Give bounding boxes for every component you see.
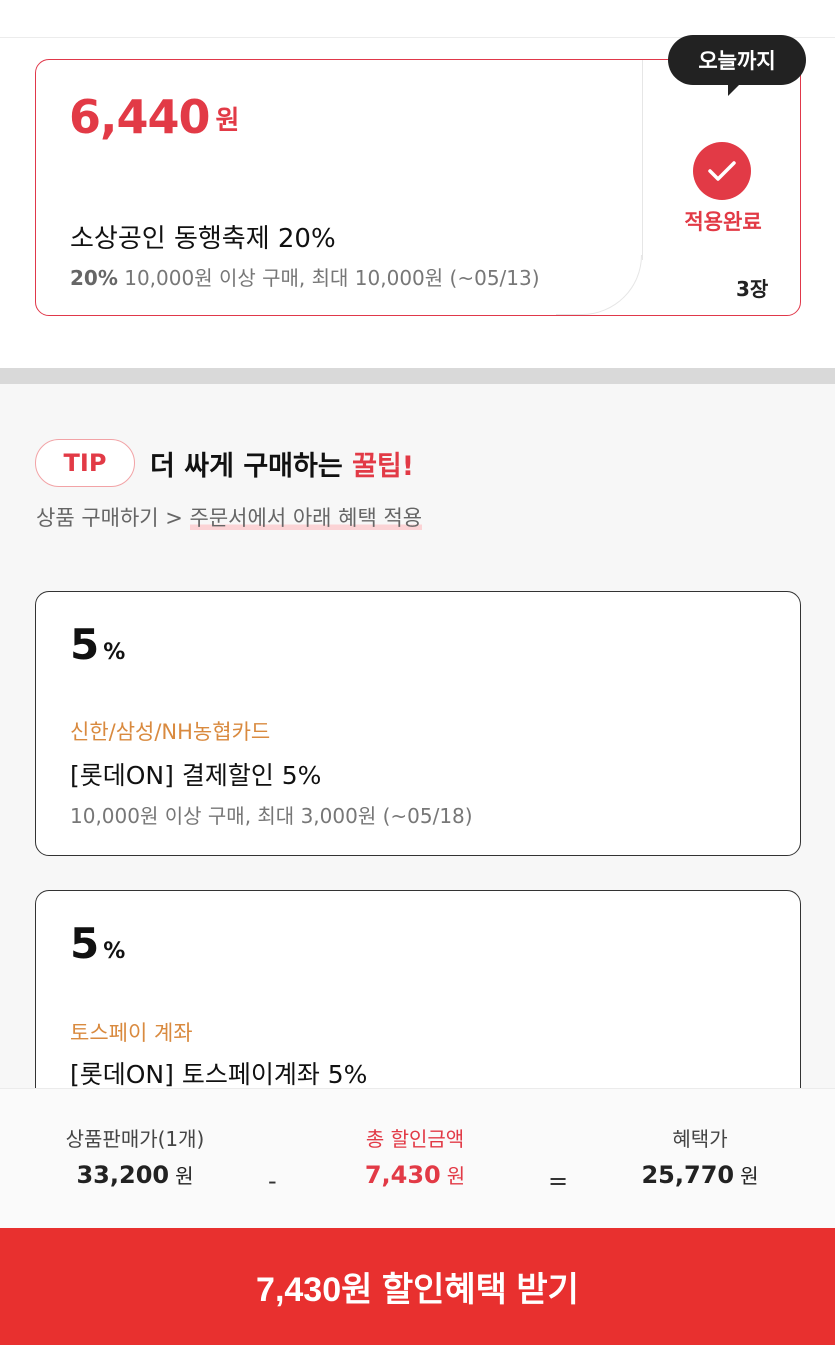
tip-heading: 더 싸게 구매하는 꿀팁! [150, 444, 414, 483]
benefit-price-amount: 25,770 [641, 1161, 735, 1189]
benefit-title: [롯데ON] 결제할인 5% [70, 761, 322, 790]
benefit-condition: 10,000원 이상 구매, 최대 3,000원 (~05/18) [70, 804, 473, 828]
coupon-title: 소상공인 동행축제 20% [70, 224, 336, 254]
coupon-count: 3장 [736, 277, 769, 301]
check-icon[interactable] [693, 142, 751, 200]
benefit-percent-value: 5 [70, 620, 100, 669]
benefit-price-label: 혜택가 [672, 1127, 728, 1151]
total-discount-unit: 원 [446, 1164, 466, 1188]
benefit-percent: 5% [70, 919, 125, 968]
coupon-divider-curve [556, 255, 642, 315]
coupon-condition: 20% 10,000원 이상 구매, 최대 10,000원 (~05/13) [70, 262, 540, 291]
price-summary: 상품판매가(1개) 33,200 원 - 총 할인금액 7,430 원 = 혜택가 … [0, 1088, 835, 1228]
benefit-percent: 5% [70, 620, 125, 669]
sale-price-label: 상품판매가(1개) [65, 1127, 205, 1151]
tip-heading-text: 더 싸게 구매하는 [150, 451, 353, 482]
top-strip [0, 0, 835, 38]
total-discount-label: 총 할인금액 [365, 1127, 465, 1151]
equals-operator: = [548, 1167, 569, 1195]
benefit-percent-value: 5 [70, 919, 100, 968]
coupon-price-value: 6,440 [69, 90, 211, 144]
tip-subtitle-highlight: 주문서에서 아래 혜택 적용 [189, 506, 423, 530]
section-separator [0, 368, 835, 384]
get-discount-button[interactable]: 7,430원 할인혜택 받기 [0, 1228, 835, 1345]
tip-badge: TIP [35, 439, 135, 487]
benefit-percent-symbol: % [103, 939, 126, 964]
tip-heading-highlight: 꿀팁! [352, 451, 415, 482]
summary-sale-price: 상품판매가(1개) 33,200 원 [40, 1123, 230, 1189]
benefit-title: [롯데ON] 토스페이계좌 5% [70, 1060, 368, 1089]
tip-subtitle: 상품 구매하기 > 주문서에서 아래 혜택 적용 [36, 502, 423, 532]
minus-operator: - [268, 1167, 277, 1195]
total-discount-value: 7,430 원 [320, 1160, 510, 1189]
sale-price-amount: 33,200 [76, 1161, 170, 1189]
sale-price-value: 33,200 원 [40, 1160, 230, 1189]
coupon-card[interactable]: 6,440 원 소상공인 동행축제 20% 20% 10,000원 이상 구매, … [35, 35, 806, 316]
benefit-provider: 토스페이 계좌 [70, 1021, 193, 1045]
coupon-condition-text: 10,000원 이상 구매, 최대 10,000원 (~05/13) [124, 266, 540, 290]
tip-subtitle-prefix: 상품 구매하기 > [36, 506, 190, 530]
summary-benefit-price: 혜택가 25,770 원 [605, 1123, 795, 1189]
today-badge-tail [728, 82, 742, 96]
today-only-badge: 오늘까지 [668, 35, 806, 85]
total-discount-amount: 7,430 [364, 1161, 441, 1189]
benefit-provider: 신한/삼성/NH농협카드 [70, 720, 271, 744]
benefit-percent-symbol: % [103, 640, 126, 665]
coupon-divider [642, 60, 643, 260]
summary-total-discount: 총 할인금액 7,430 원 [320, 1123, 510, 1189]
applied-status: 적용완료 [684, 210, 762, 234]
benefit-price-unit: 원 [740, 1164, 759, 1188]
coupon-condition-rate: 20% [70, 266, 118, 290]
benefit-price-value: 25,770 원 [605, 1160, 795, 1189]
coupon-price-unit: 원 [215, 106, 240, 136]
sale-price-unit: 원 [175, 1164, 194, 1188]
benefit-card-card-discount[interactable]: 5% 신한/삼성/NH농협카드 [롯데ON] 결제할인 5% 10,000원 이… [35, 591, 801, 856]
coupon-price: 6,440 원 [69, 90, 240, 144]
